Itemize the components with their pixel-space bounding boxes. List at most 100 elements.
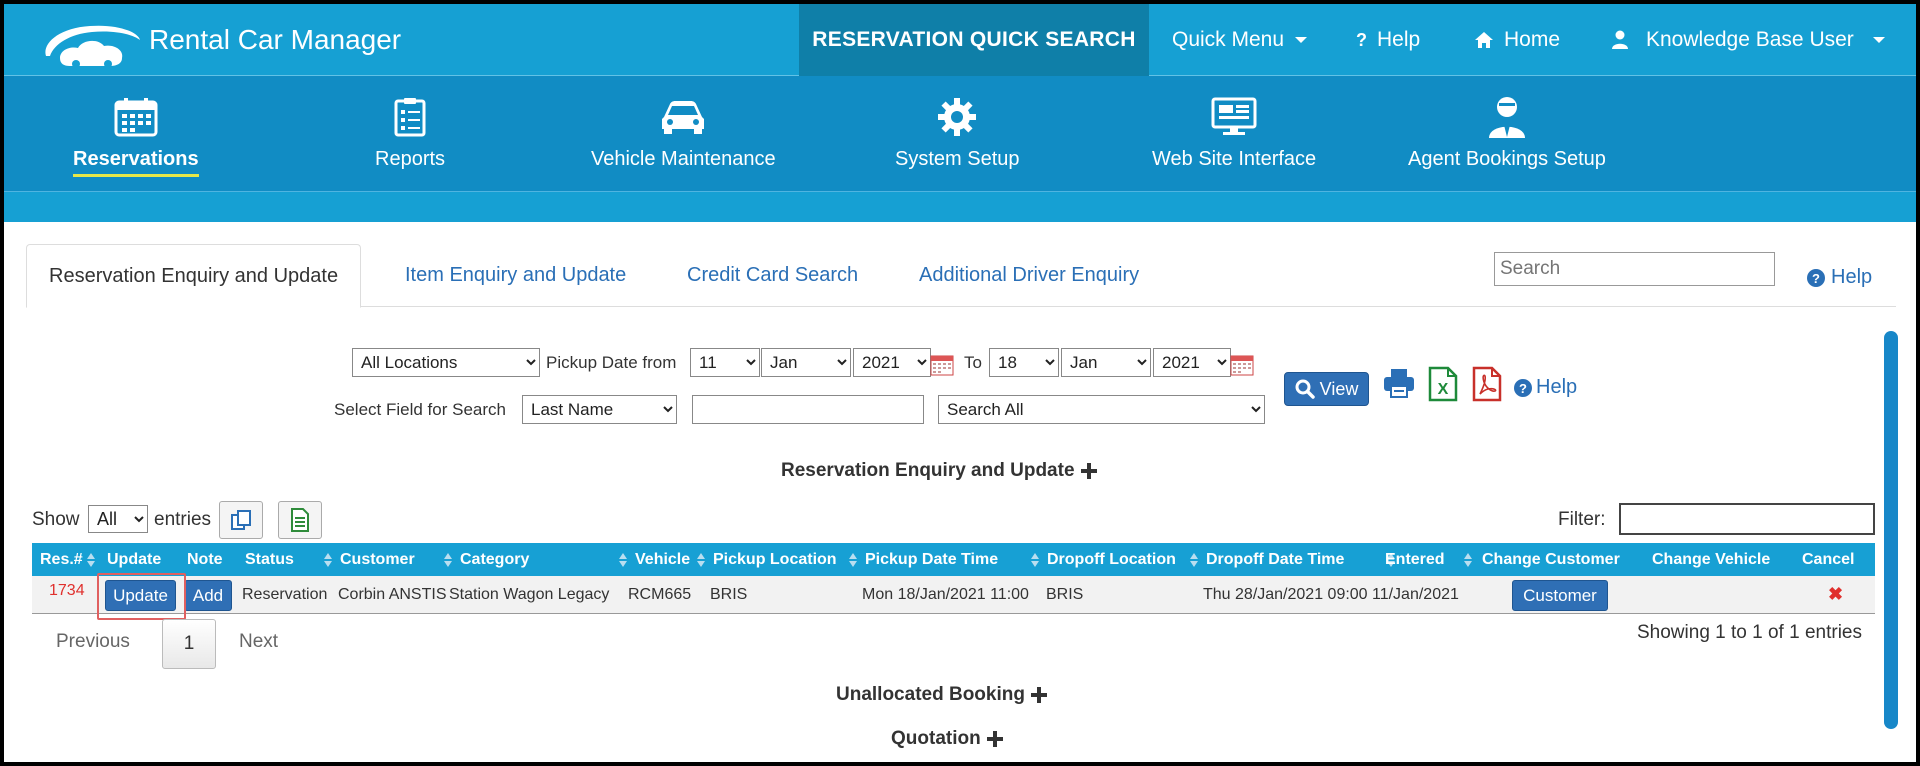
tab-item-enquiry-and-update[interactable]: Item Enquiry and Update [405, 244, 626, 307]
from-month-select[interactable]: Jan [761, 348, 851, 377]
pager-page-1[interactable]: 1 [162, 619, 216, 669]
excel-export-icon[interactable]: X [1428, 366, 1458, 402]
calendar-picker-icon[interactable] [930, 354, 954, 376]
module-label: Reservations [73, 148, 199, 177]
cell-dropoff-location: BRIS [1046, 586, 1084, 603]
module-system-setup[interactable]: System Setup [895, 94, 1020, 171]
search-value-input[interactable] [692, 395, 924, 424]
module-label: Agent Bookings Setup [1408, 148, 1606, 170]
logo-icon [45, 25, 141, 68]
col-res-no[interactable]: Res.# [40, 543, 83, 576]
tab-reservation-enquiry-and-update[interactable]: Reservation Enquiry and Update [26, 244, 362, 308]
monitor-icon [1211, 97, 1257, 135]
col-update: Update [107, 551, 162, 568]
col-status[interactable]: Status [245, 543, 294, 576]
print-icon[interactable] [1382, 366, 1416, 400]
to-month-select[interactable]: Jan [1061, 348, 1151, 377]
module-reservations[interactable]: Reservations [73, 94, 199, 177]
help-link[interactable]: ? Help [1807, 266, 1872, 289]
section-unallocated-toggle[interactable]: Unallocated Booking [836, 684, 1047, 706]
to-day-select[interactable]: 18 [989, 348, 1059, 377]
scrollbar-thumb[interactable] [1884, 331, 1898, 729]
tab-credit-card-search[interactable]: Credit Card Search [687, 244, 858, 307]
search-input[interactable] [1494, 252, 1775, 286]
section-title: Reservation Enquiry and Update [781, 460, 1075, 481]
from-year-select[interactable]: 2021 [853, 348, 931, 377]
add-note-button[interactable]: Add [184, 580, 232, 611]
module-reports[interactable]: Reports [375, 94, 445, 171]
user-menu[interactable]: Knowledge Base User [1612, 28, 1886, 52]
table-header: Res.# Update Note Status Customer Catego… [32, 543, 1875, 576]
col-cancel: Cancel [1802, 551, 1855, 568]
svg-text:?: ? [1812, 271, 1820, 286]
col-category[interactable]: Category [460, 543, 529, 576]
svg-text:X: X [1438, 381, 1449, 398]
section-enquiry-toggle[interactable]: Reservation Enquiry and Update [781, 460, 1097, 482]
location-select[interactable]: All Locations [352, 348, 540, 377]
sort-icon [1464, 553, 1472, 567]
reservation-quick-search-button[interactable]: RESERVATION QUICK SEARCH [799, 4, 1149, 76]
pdf-export-icon[interactable] [1472, 366, 1502, 402]
section-quotation-toggle[interactable]: Quotation [891, 728, 1003, 750]
home-label: Home [1504, 28, 1561, 51]
calendar-picker-icon[interactable] [1230, 354, 1254, 376]
filter-input[interactable] [1619, 503, 1875, 535]
sort-icon [87, 553, 95, 567]
pickup-date-from-label: Pickup Date from [546, 353, 677, 372]
to-label: To [964, 353, 982, 372]
cancel-reservation-icon[interactable]: ✖ [1828, 584, 1843, 605]
help-menu-link[interactable]: ? Help [1356, 28, 1420, 52]
tab-additional-driver-enquiry[interactable]: Additional Driver Enquiry [919, 244, 1139, 307]
app-title: Rental Car Manager [149, 24, 402, 55]
col-change-vehicle: Change Vehicle [1652, 551, 1771, 568]
col-entered[interactable]: Entered [1385, 543, 1445, 576]
csv-button[interactable] [278, 501, 322, 539]
question-icon: ? [1356, 29, 1367, 50]
module-agent-bookings-setup[interactable]: Agent Bookings Setup [1408, 94, 1606, 171]
agent-icon [1488, 97, 1525, 138]
col-pickup-date-time[interactable]: Pickup Date Time [865, 543, 998, 576]
col-dropoff-date-time[interactable]: Dropoff Date Time [1206, 543, 1344, 576]
export-help-link[interactable]: ? Help [1514, 376, 1577, 399]
quick-menu-label: Quick Menu [1172, 28, 1285, 51]
col-customer[interactable]: Customer [340, 543, 415, 576]
module-web-site-interface[interactable]: Web Site Interface [1152, 94, 1316, 171]
cell-pickup-date-time: Mon 18/Jan/2021 11:00 [862, 586, 1029, 603]
sort-icon [619, 553, 627, 567]
copy-button[interactable] [219, 501, 263, 539]
sort-icon [1190, 553, 1198, 567]
search-field-select[interactable]: Last Name [522, 395, 677, 424]
sort-icon [1031, 553, 1039, 567]
clipboard-icon [394, 98, 426, 137]
home-link[interactable]: Home [1474, 28, 1560, 52]
pager-previous[interactable]: Previous [56, 631, 130, 653]
col-vehicle[interactable]: Vehicle [635, 543, 690, 576]
from-day-select[interactable]: 11 [690, 348, 760, 377]
cell-customer: Corbin ANSTIS [338, 586, 447, 603]
cell-category: Station Wagon Legacy [449, 586, 610, 603]
to-year-select[interactable]: 2021 [1153, 348, 1231, 377]
module-label: System Setup [895, 148, 1020, 170]
col-dropoff-location[interactable]: Dropoff Location [1047, 543, 1176, 576]
section-title: Unallocated Booking [836, 684, 1025, 705]
module-nav: Reservations Reports Vehicle Maintenance… [4, 76, 1916, 192]
app-window: Rental Car Manager RESERVATION QUICK SEA… [4, 4, 1916, 762]
export-help-label: Help [1536, 376, 1578, 398]
col-pickup-location[interactable]: Pickup Location [713, 543, 837, 576]
help-link-label: Help [1831, 266, 1873, 288]
change-customer-button[interactable]: Customer [1512, 580, 1608, 611]
pager-next[interactable]: Next [239, 631, 278, 653]
col-change-customer: Change Customer [1482, 551, 1620, 568]
col-note: Note [187, 551, 223, 568]
plus-icon [1080, 463, 1097, 479]
plus-icon [1030, 687, 1047, 703]
res-no-link[interactable]: 1734 [49, 576, 85, 614]
module-vehicle-maintenance[interactable]: Vehicle Maintenance [591, 94, 776, 171]
search-scope-select[interactable]: Search All [938, 395, 1265, 424]
module-label: Reports [375, 148, 446, 170]
document-icon [291, 508, 309, 532]
entries-select[interactable]: All [88, 505, 148, 533]
view-button[interactable]: View [1284, 372, 1369, 406]
svg-text:?: ? [1519, 381, 1527, 396]
quick-menu[interactable]: Quick Menu [1172, 28, 1308, 52]
